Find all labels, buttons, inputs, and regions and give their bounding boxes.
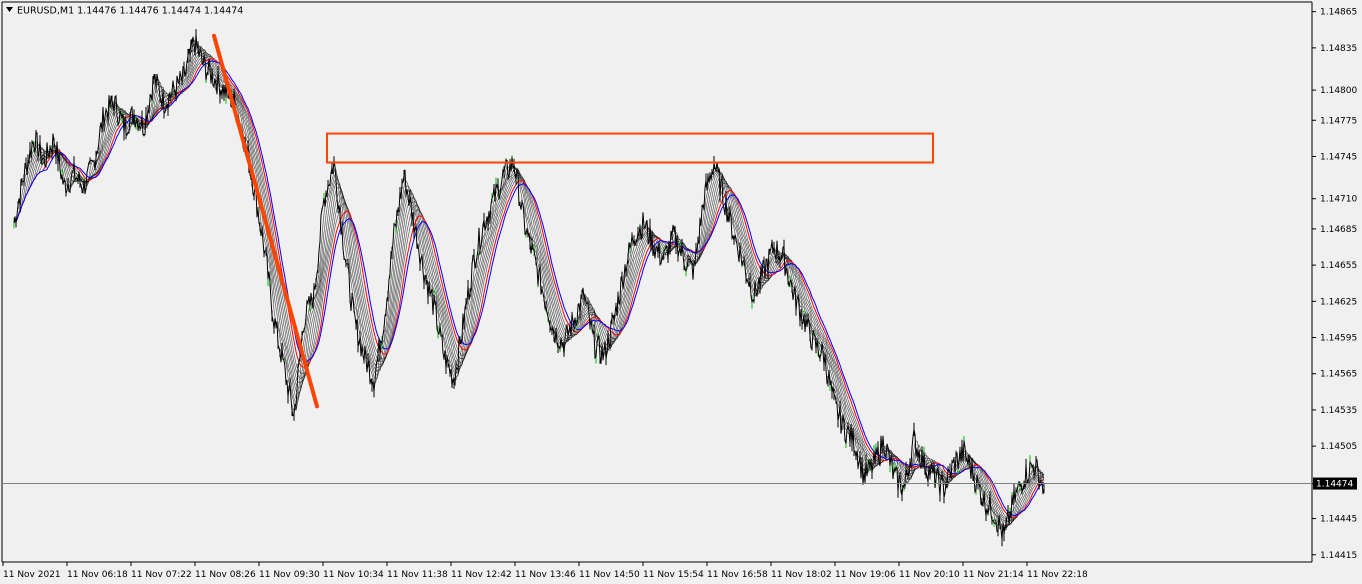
y-tick-label: 1.14710 bbox=[1320, 195, 1357, 205]
y-tick-label: 1.14775 bbox=[1320, 116, 1357, 126]
y-tick-label: 1.14865 bbox=[1320, 8, 1357, 18]
chart-background bbox=[0, 0, 1362, 584]
y-tick-label: 1.14800 bbox=[1320, 86, 1357, 96]
x-tick-label: 11 Nov 12:42 bbox=[451, 570, 512, 580]
x-tick-label: 11 Nov 20:10 bbox=[899, 570, 960, 580]
x-tick-label: 11 Nov 21:14 bbox=[963, 570, 1024, 580]
x-tick-label: 11 Nov 18:02 bbox=[771, 570, 832, 580]
x-tick-label: 11 Nov 22:18 bbox=[1027, 570, 1088, 580]
symbol-title: EURUSD,M1 1.14476 1.14476 1.14474 1.1447… bbox=[17, 6, 243, 17]
y-tick-label: 1.14415 bbox=[1320, 551, 1357, 561]
y-tick-label: 1.14595 bbox=[1320, 334, 1357, 344]
x-tick-label: 11 Nov 09:30 bbox=[259, 570, 320, 580]
x-tick-label: 11 Nov 13:46 bbox=[515, 570, 576, 580]
y-tick-label: 1.14625 bbox=[1320, 297, 1357, 307]
y-tick-label: 1.14745 bbox=[1320, 152, 1357, 162]
x-tick-label: 11 Nov 06:18 bbox=[67, 570, 128, 580]
x-tick-label: 11 Nov 10:34 bbox=[323, 570, 384, 580]
x-tick-label: 11 Nov 16:58 bbox=[707, 570, 768, 580]
y-tick-label: 1.14565 bbox=[1320, 370, 1357, 380]
current-price-label: 1.14474 bbox=[1316, 480, 1353, 490]
y-tick-label: 1.14445 bbox=[1320, 515, 1357, 525]
x-tick-label: 11 Nov 2021 bbox=[3, 570, 61, 580]
y-tick-label: 1.14835 bbox=[1320, 44, 1357, 54]
x-tick-label: 11 Nov 11:38 bbox=[387, 570, 448, 580]
price-chart[interactable]: 1.14865 1.14835 1.14800 1.14775 1.14745 1.147… bbox=[0, 0, 1362, 584]
x-tick-label: 11 Nov 07:22 bbox=[131, 570, 192, 580]
x-tick-label: 11 Nov 19:06 bbox=[835, 570, 896, 580]
y-tick-label: 1.14685 bbox=[1320, 225, 1357, 235]
y-tick-label: 1.14505 bbox=[1320, 442, 1357, 452]
x-tick-label: 11 Nov 08:26 bbox=[195, 570, 256, 580]
y-tick-label: 1.14535 bbox=[1320, 406, 1357, 416]
y-tick-label: 1.14655 bbox=[1320, 261, 1357, 271]
x-tick-label: 11 Nov 15:54 bbox=[643, 570, 704, 580]
symbol-header: EURUSD,M1 1.14476 1.14476 1.14474 1.1447… bbox=[6, 6, 243, 17]
x-tick-label: 11 Nov 14:50 bbox=[579, 570, 640, 580]
